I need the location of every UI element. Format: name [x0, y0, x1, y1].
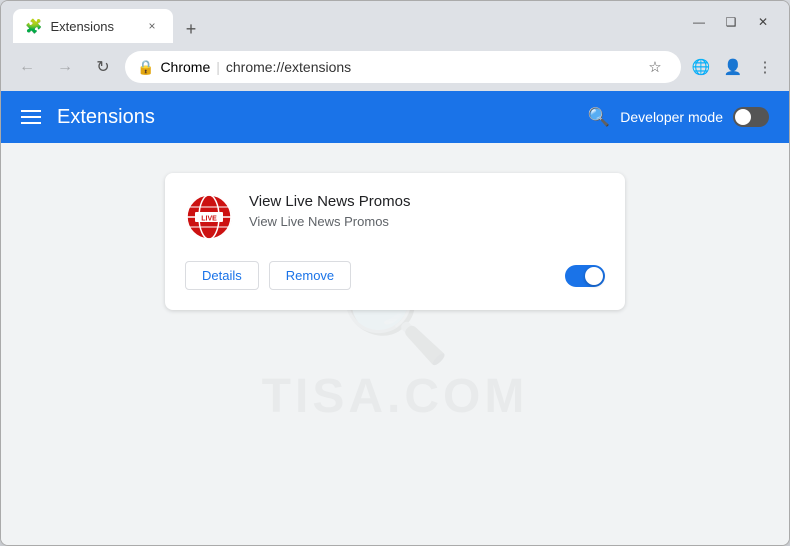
hamburger-line: [21, 122, 41, 124]
site-name: Chrome: [160, 59, 210, 75]
url-divider: |: [216, 59, 220, 75]
main-content: 🔍 TISA.COM: [1, 143, 789, 545]
extension-card-top: LIVE View Live News Promos View Live New…: [185, 193, 605, 241]
extension-info: View Live News Promos View Live News Pro…: [249, 193, 605, 229]
developer-mode-toggle[interactable]: [733, 107, 769, 127]
omnibox[interactable]: 🔒 Chrome | chrome://extensions ☆: [125, 51, 681, 83]
remove-button[interactable]: Remove: [269, 261, 351, 290]
back-button[interactable]: ←: [11, 51, 43, 83]
hamburger-line: [21, 110, 41, 112]
window-controls: — ❑ ✕: [685, 8, 777, 36]
hamburger-menu-button[interactable]: [21, 110, 41, 124]
forward-button[interactable]: →: [49, 51, 81, 83]
extension-enable-toggle[interactable]: [565, 265, 605, 287]
extension-card: LIVE View Live News Promos View Live New…: [165, 173, 625, 310]
minimize-button[interactable]: —: [685, 8, 713, 36]
maximize-button[interactable]: ❑: [717, 8, 745, 36]
menu-icon[interactable]: ⋮: [751, 53, 779, 81]
hamburger-line: [21, 116, 41, 118]
new-tab-button[interactable]: +: [177, 15, 205, 43]
extension-name: View Live News Promos: [249, 193, 605, 210]
svg-text:LIVE: LIVE: [201, 216, 217, 223]
tab-extension-icon: 🧩: [25, 18, 42, 35]
titlebar: 🧩 Extensions × + — ❑ ✕: [1, 1, 789, 43]
toolbar-icons: 🌐 👤 ⋮: [687, 53, 779, 81]
page-title: Extensions: [57, 106, 588, 129]
watermark-text: TISA.COM: [262, 369, 529, 424]
address-bar: ← → ↻ 🔒 Chrome | chrome://extensions ☆ 🌐…: [1, 43, 789, 91]
details-button[interactable]: Details: [185, 261, 259, 290]
extension-icon-svg: LIVE: [185, 193, 233, 241]
bookmark-icon[interactable]: ☆: [641, 53, 669, 81]
account-icon[interactable]: 👤: [719, 53, 747, 81]
translate-icon[interactable]: 🌐: [687, 53, 715, 81]
extension-description: View Live News Promos: [249, 214, 605, 229]
extensions-header: Extensions 🔍 Developer mode: [1, 91, 789, 143]
secure-icon: 🔒: [137, 59, 154, 76]
extension-logo: LIVE: [185, 193, 233, 241]
active-tab[interactable]: 🧩 Extensions ×: [13, 9, 173, 43]
tab-area: 🧩 Extensions × +: [13, 1, 685, 43]
search-button[interactable]: 🔍: [588, 107, 610, 128]
developer-mode-area: 🔍 Developer mode: [588, 107, 769, 128]
developer-mode-label: Developer mode: [620, 109, 723, 125]
browser-window: 🧩 Extensions × + — ❑ ✕ ← → ↻ 🔒 Chrome |: [0, 0, 790, 546]
reload-button[interactable]: ↻: [87, 51, 119, 83]
back-icon: ←: [19, 58, 35, 76]
reload-icon: ↻: [96, 57, 109, 77]
url-text: chrome://extensions: [226, 59, 351, 75]
close-button[interactable]: ✕: [749, 8, 777, 36]
forward-icon: →: [57, 58, 73, 76]
tab-title: Extensions: [50, 19, 135, 34]
tab-close-button[interactable]: ×: [143, 17, 161, 35]
extension-card-bottom: Details Remove: [185, 261, 605, 290]
